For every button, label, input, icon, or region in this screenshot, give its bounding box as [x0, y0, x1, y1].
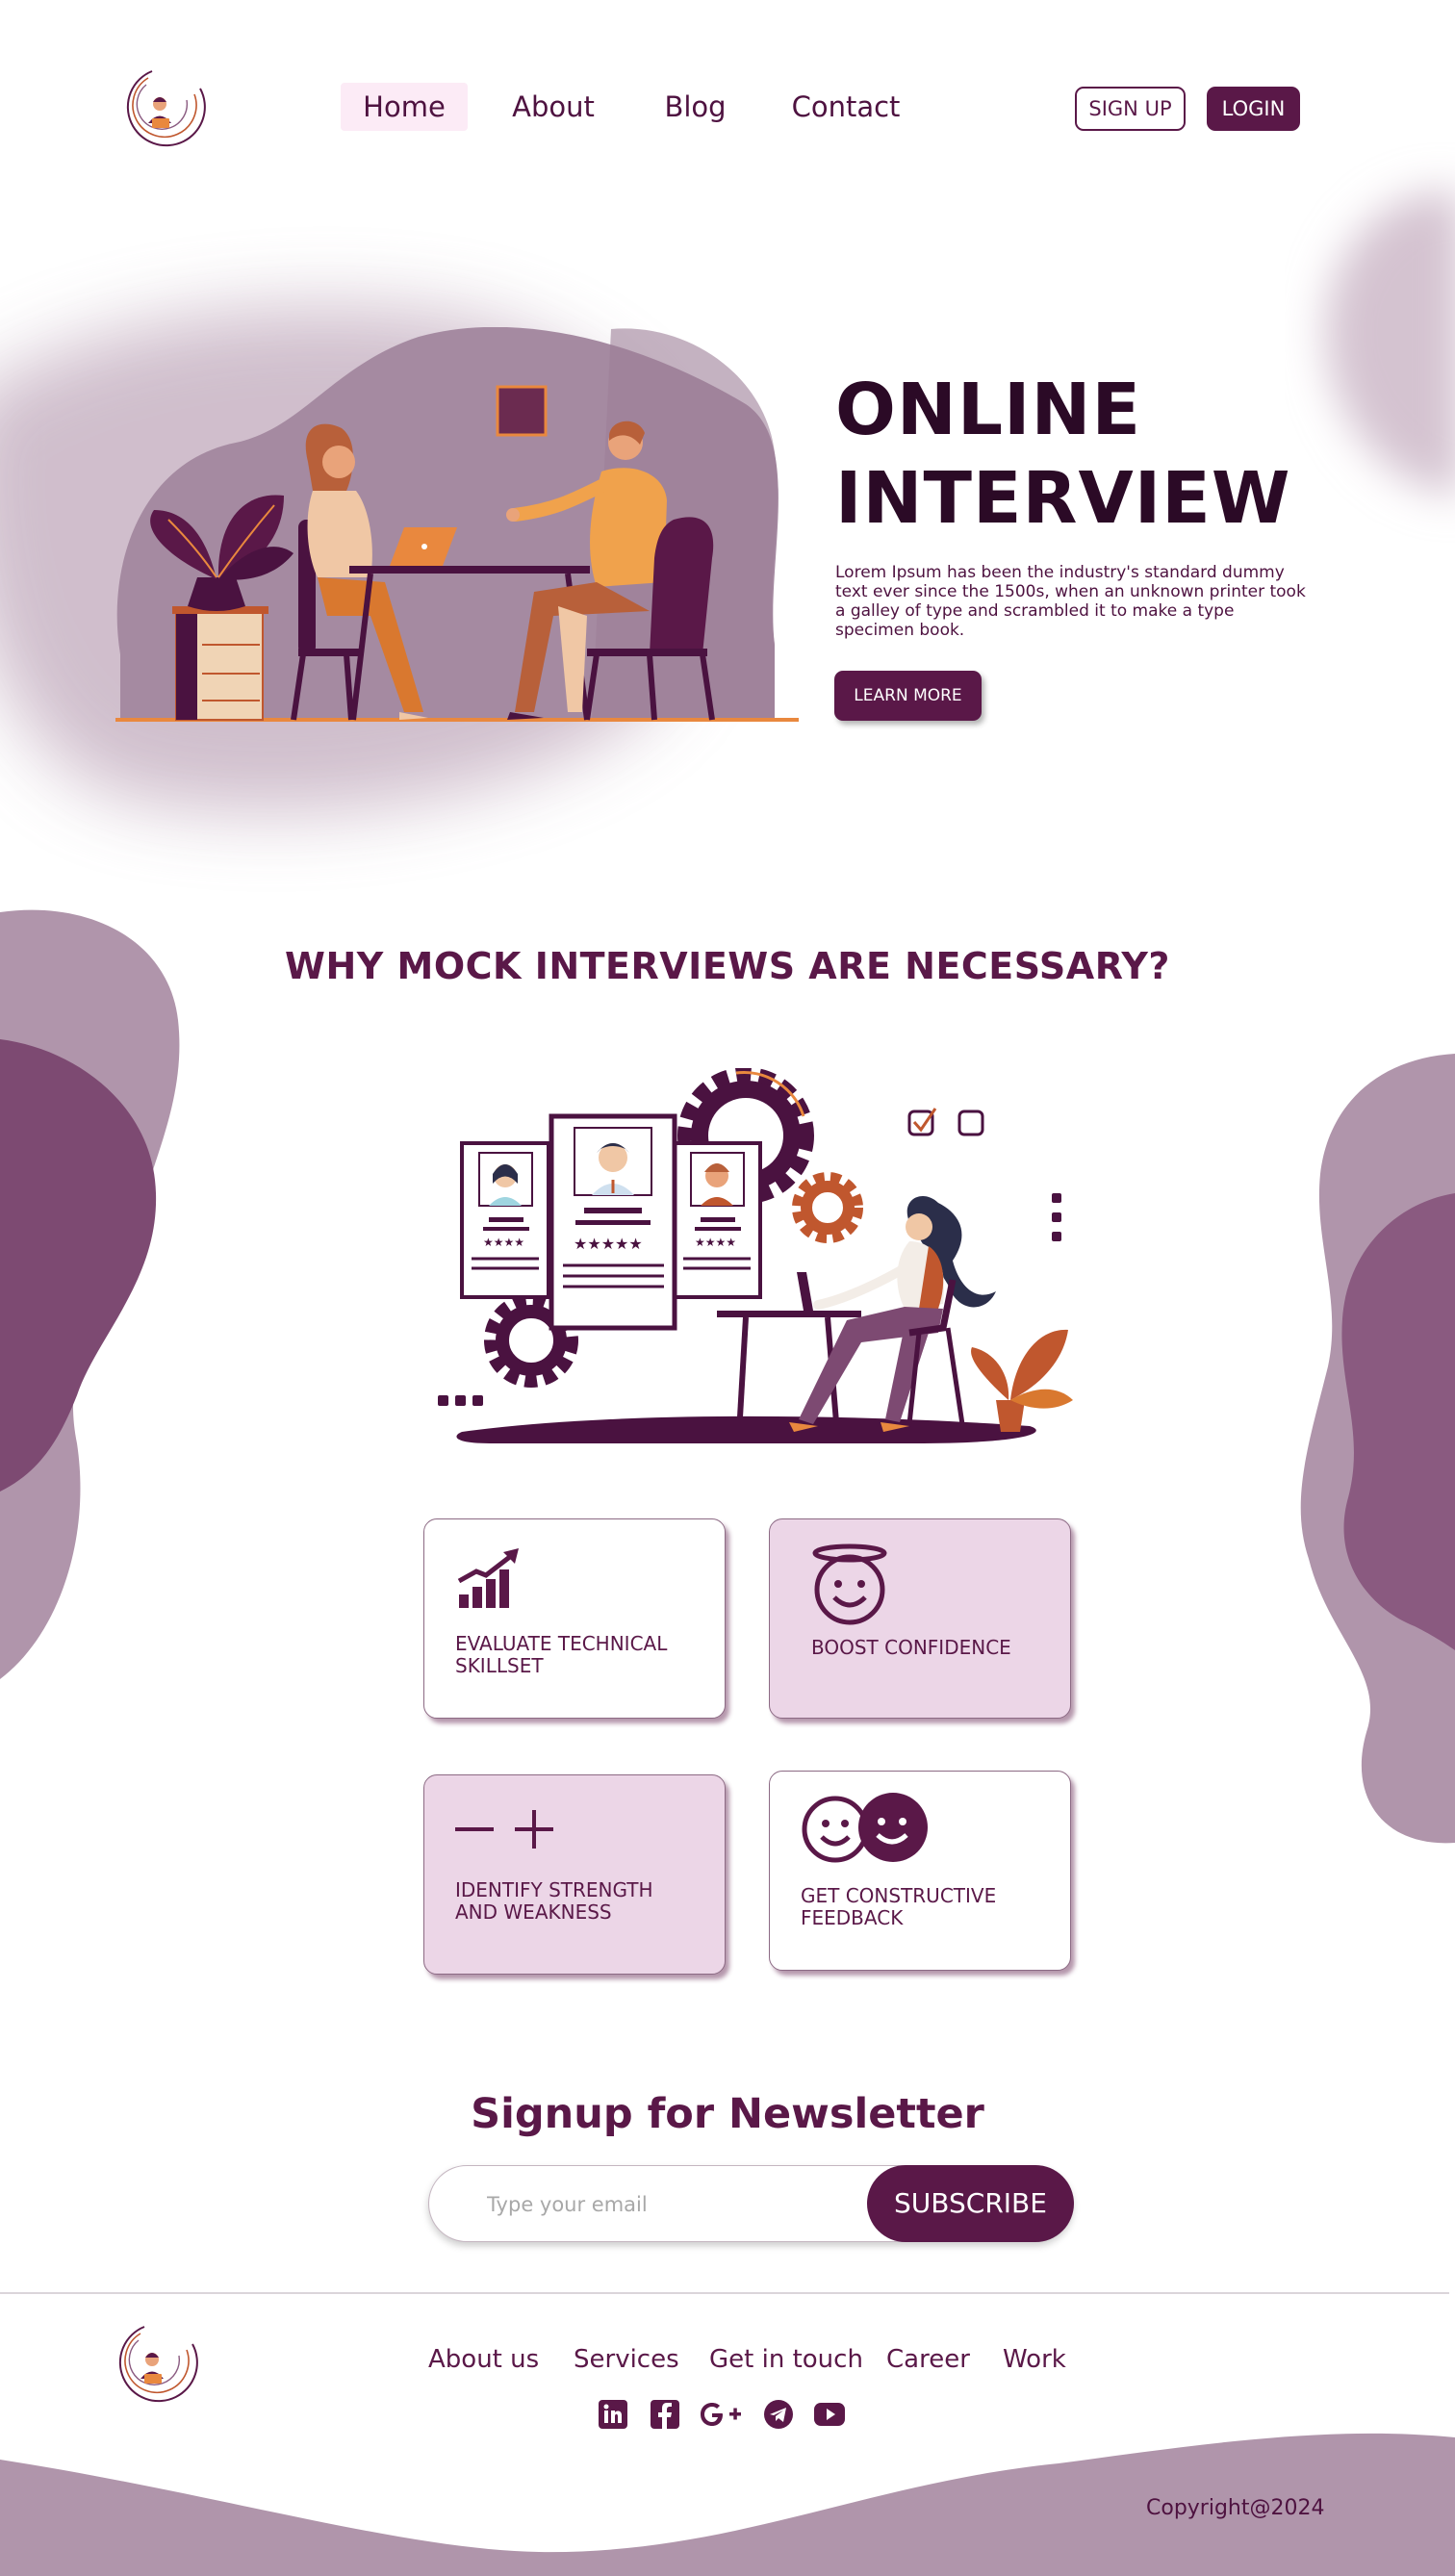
- card-label-line2: FEEDBACK: [801, 1906, 904, 1929]
- signup-button[interactable]: SIGN UP: [1075, 87, 1186, 131]
- card-label-line1: GET CONSTRUCTIVE: [801, 1884, 997, 1907]
- recruitment-illustration: ★★★★ ★★★★ ★★★★★: [438, 1068, 1073, 1443]
- card-label: BOOST CONFIDENCE: [811, 1637, 1011, 1659]
- login-button[interactable]: LOGIN: [1207, 87, 1300, 131]
- svg-text:★★★★: ★★★★: [483, 1236, 524, 1249]
- card-label-line2: AND WEAKNESS: [455, 1900, 612, 1924]
- hero-title-line1: ONLINE: [835, 369, 1142, 451]
- card-label: IDENTIFY STRENGTH AND WEAKNESS: [455, 1879, 653, 1924]
- card-label-line1: BOOST CONFIDENCE: [811, 1636, 1011, 1659]
- minus-plus-icon: [455, 1810, 553, 1849]
- card-label: GET CONSTRUCTIVE FEEDBACK: [801, 1885, 996, 1929]
- hero-title: ONLINE INTERVIEW: [835, 366, 1290, 543]
- footer-logo-icon[interactable]: [106, 2321, 198, 2404]
- linkedin-icon[interactable]: [597, 2398, 629, 2431]
- hero-title-line2: INTERVIEW: [835, 457, 1291, 540]
- nav-contact[interactable]: Contact: [787, 83, 905, 131]
- card-boost-confidence[interactable]: BOOST CONFIDENCE: [769, 1518, 1071, 1719]
- nav-home[interactable]: Home: [341, 83, 468, 131]
- footer-link-work[interactable]: Work: [1003, 2345, 1066, 2374]
- facebook-icon[interactable]: [649, 2398, 681, 2431]
- card-evaluate-technical[interactable]: EVALUATE TECHNICAL SKILLSET: [423, 1518, 726, 1719]
- svg-text:★★★★: ★★★★: [695, 1236, 736, 1249]
- footer-link-about-us[interactable]: About us: [428, 2345, 539, 2374]
- card-label-line2: SKILLSET: [455, 1654, 544, 1677]
- telegram-icon[interactable]: [762, 2398, 795, 2431]
- learn-more-button[interactable]: LEARN MORE: [834, 671, 982, 721]
- card-identify-strength[interactable]: IDENTIFY STRENGTH AND WEAKNESS: [423, 1774, 726, 1975]
- growth-chart-icon: [457, 1548, 519, 1608]
- email-field[interactable]: [487, 2185, 833, 2224]
- card-label: EVALUATE TECHNICAL SKILLSET: [455, 1633, 667, 1677]
- hero-illustration: [115, 327, 799, 722]
- footer-link-career[interactable]: Career: [886, 2345, 970, 2374]
- subscribe-button[interactable]: SUBSCRIBE: [867, 2165, 1074, 2242]
- newsletter-title: Signup for Newsletter: [471, 2090, 984, 2138]
- card-constructive-feedback[interactable]: GET CONSTRUCTIVE FEEDBACK: [769, 1771, 1071, 1971]
- logo-icon[interactable]: [114, 65, 206, 148]
- top-right-blob: [1325, 191, 1455, 496]
- copyright-text: Copyright@2024: [1146, 2496, 1325, 2520]
- hero-description: Lorem Ipsum has been the industry's stan…: [835, 563, 1306, 640]
- card-label-line1: EVALUATE TECHNICAL: [455, 1632, 668, 1655]
- why-section-title: WHY MOCK INTERVIEWS ARE NECESSARY?: [285, 945, 1170, 987]
- card-label-line1: IDENTIFY STRENGTH: [455, 1878, 653, 1901]
- two-smileys-icon: [802, 1793, 928, 1863]
- nav-blog[interactable]: Blog: [654, 83, 736, 131]
- google-plus-icon[interactable]: [699, 2398, 743, 2431]
- footer-link-get-in-touch[interactable]: Get in touch: [709, 2345, 863, 2374]
- svg-text:★★★★★: ★★★★★: [574, 1235, 643, 1253]
- nav-about[interactable]: About: [505, 83, 601, 131]
- youtube-icon[interactable]: [813, 2398, 846, 2431]
- halo-smiley-icon: [812, 1543, 887, 1625]
- footer-link-services[interactable]: Services: [574, 2345, 679, 2374]
